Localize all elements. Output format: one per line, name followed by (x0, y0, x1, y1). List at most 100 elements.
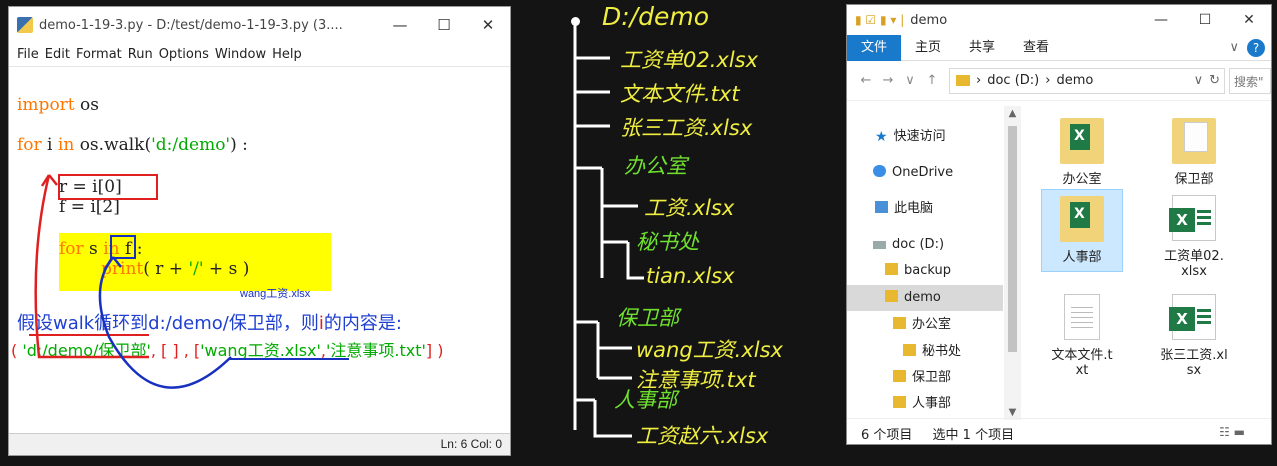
file-list: X 办公室 保卫部 X 人事部 X 工资单02.xlsx 文本文件.txt X … (1027, 102, 1269, 420)
excel-folder-icon: X (1060, 118, 1104, 164)
maximize-button[interactable]: ☐ (1183, 12, 1227, 28)
file-item-text-txt[interactable]: 文本文件.txt (1041, 288, 1123, 378)
nav-item-security[interactable]: 保卫部 (847, 365, 1003, 391)
menu-format[interactable]: Format (76, 47, 122, 62)
search-input[interactable]: 搜索" (1229, 67, 1271, 94)
quick-access-toolbar-icon[interactable]: ▮ ☑ ▮ ▾ | (855, 13, 904, 27)
text-file-icon (1064, 294, 1100, 340)
pc-icon (875, 201, 888, 213)
code-editor[interactable]: import os for i in os.walk('d:/demo') : … (9, 69, 510, 433)
folder-icon (885, 263, 898, 275)
breadcrumb-drive[interactable]: doc (D:) (987, 73, 1039, 88)
maximize-button[interactable]: ☐ (422, 16, 466, 34)
scroll-up-icon[interactable]: ▲ (1004, 108, 1021, 119)
file-item-hr-folder[interactable]: X 人事部 (1041, 189, 1123, 272)
ribbon-tabs: 文件 主页 共享 查看 ∨ ? (847, 34, 1271, 61)
file-explorer-window: ▮ ☑ ▮ ▾ | demo — ☐ ✕ 文件 主页 共享 查看 ∨ ? ← →… (846, 4, 1272, 445)
menu-help[interactable]: Help (272, 47, 302, 62)
tree-item-folder: 人事部 (614, 388, 677, 412)
tree-node-dot (571, 17, 580, 26)
folder-icon (893, 370, 906, 382)
folder-icon (885, 290, 898, 302)
nav-item-secretariat[interactable]: 秘书处 (847, 339, 1003, 365)
excel-file-icon: X (1169, 294, 1216, 340)
close-button[interactable]: ✕ (466, 16, 510, 34)
explorer-titlebar: ▮ ☑ ▮ ▾ | demo — ☐ ✕ (847, 5, 1271, 35)
tree-item-file: tian.xlsx (646, 264, 735, 288)
nav-item-demo[interactable]: demo (847, 285, 1003, 311)
tree-item-file: 工资单02.xlsx (620, 48, 759, 72)
file-item-security-folder[interactable]: 保卫部 (1153, 112, 1235, 187)
code-line-f: f = i[2] (59, 197, 120, 217)
menu-file[interactable]: File (17, 47, 39, 62)
idle-titlebar: demo-1-19-3.py - D:/test/demo-1-19-3.py … (9, 7, 510, 43)
folder-icon (893, 317, 906, 329)
address-bar[interactable]: › doc (D:) › demo ∨ ↻ (949, 67, 1225, 94)
up-icon[interactable]: ↑ (921, 73, 943, 88)
star-icon: ★ (875, 129, 888, 145)
nav-item-quick-access[interactable]: ★ 快速访问 (847, 124, 1003, 150)
nav-item-hr[interactable]: 人事部 (847, 391, 1003, 417)
nav-item-this-pc[interactable]: 此电脑 (847, 196, 1003, 222)
tree-root: D:/demo (602, 2, 709, 31)
tree-item-folder: 办公室 (624, 154, 687, 178)
cloud-icon (873, 165, 886, 177)
drive-icon (873, 241, 886, 249)
python-file-icon (17, 17, 33, 33)
folder-icon (903, 344, 916, 356)
file-item-office-folder[interactable]: X 办公室 (1041, 112, 1123, 187)
excel-file-icon: X (1169, 195, 1216, 241)
idle-menubar: File Edit Format Run Options Window Help (9, 43, 510, 67)
tab-file[interactable]: 文件 (847, 34, 902, 61)
file-item-zhangsan-xlsx[interactable]: X 张三工资.xlsx (1153, 288, 1235, 378)
close-button[interactable]: ✕ (1227, 12, 1271, 28)
idle-window-title: demo-1-19-3.py - D:/test/demo-1-19-3.py … (39, 17, 343, 33)
tree-item-file: 工资.xlsx (644, 196, 735, 220)
back-icon[interactable]: ← (855, 73, 877, 88)
menu-window[interactable]: Window (215, 47, 266, 62)
refresh-icon[interactable]: ↻ (1209, 73, 1220, 88)
explorer-statusbar: 6 个项目 选中 1 个项目 ☷ ▬ (847, 418, 1271, 444)
explorer-title: demo (910, 12, 948, 28)
tree-item-file: 张三工资.xlsx (620, 116, 753, 140)
address-dropdown-icon[interactable]: ∨ (1194, 73, 1204, 88)
folder-icon (956, 75, 970, 86)
nav-item-onedrive[interactable]: OneDrive (847, 160, 1003, 186)
menu-run[interactable]: Run (128, 47, 153, 62)
ribbon-expand-icon[interactable]: ∨ (1229, 40, 1239, 55)
view-toggle-icons[interactable]: ☷ ▬ (1219, 425, 1245, 439)
tab-home[interactable]: 主页 (901, 35, 955, 61)
minimize-button[interactable]: — (1139, 12, 1183, 28)
recent-dropdown-icon[interactable]: ∨ (899, 73, 921, 88)
breadcrumb-separator-icon: › (1045, 73, 1051, 88)
scrollbar-thumb[interactable] (1008, 126, 1017, 352)
folder-icon (1172, 118, 1216, 164)
menu-options[interactable]: Options (159, 47, 209, 62)
tab-view[interactable]: 查看 (1009, 35, 1063, 61)
walk-tuple-text: ( 'd:/demo/保卫部', [ ] , ['wang工资.xlsx','注… (11, 341, 444, 360)
directory-tree-sketch: D:/demo 工资单02.xlsx 文本文件.txt 张三工资.xlsx 办公… (550, 0, 830, 466)
breadcrumb-separator-icon: › (976, 73, 982, 88)
explanation-text: 假设walk循环到d:/demo/保卫部，则i的内容是: (17, 313, 402, 334)
file-item-salary02-xlsx[interactable]: X 工资单02.xlsx (1153, 189, 1235, 279)
nav-item-drive-d[interactable]: doc (D:) (847, 232, 1003, 258)
idle-window: demo-1-19-3.py - D:/test/demo-1-19-3.py … (8, 6, 511, 456)
tab-share[interactable]: 共享 (955, 35, 1009, 61)
breadcrumb-demo[interactable]: demo (1056, 73, 1093, 88)
nav-item-backup[interactable]: backup (847, 258, 1003, 284)
tree-item-file: 文本文件.txt (620, 82, 740, 106)
tree-item-folder: 保卫部 (616, 306, 679, 330)
navigation-scrollbar[interactable]: ▲ ▼ (1004, 106, 1021, 420)
minimize-button[interactable]: — (378, 16, 422, 34)
code-line-print: print( r + '/' + s ) (101, 259, 250, 279)
menu-edit[interactable]: Edit (45, 47, 70, 62)
item-count: 6 个项目 (861, 428, 913, 443)
nav-item-office[interactable]: 办公室 (847, 312, 1003, 338)
address-row: ← → ∨ ↑ › doc (D:) › demo ∨ ↻ 搜索" (847, 61, 1271, 101)
tree-item-file: wang工资.xlsx (636, 338, 783, 362)
tree-item-folder: 秘书处 (636, 230, 699, 254)
tree-item-file: 工资赵六.xlsx (636, 424, 769, 448)
forward-icon[interactable]: → (877, 73, 899, 88)
help-icon[interactable]: ? (1247, 38, 1265, 57)
scroll-down-icon[interactable]: ▼ (1004, 407, 1021, 418)
